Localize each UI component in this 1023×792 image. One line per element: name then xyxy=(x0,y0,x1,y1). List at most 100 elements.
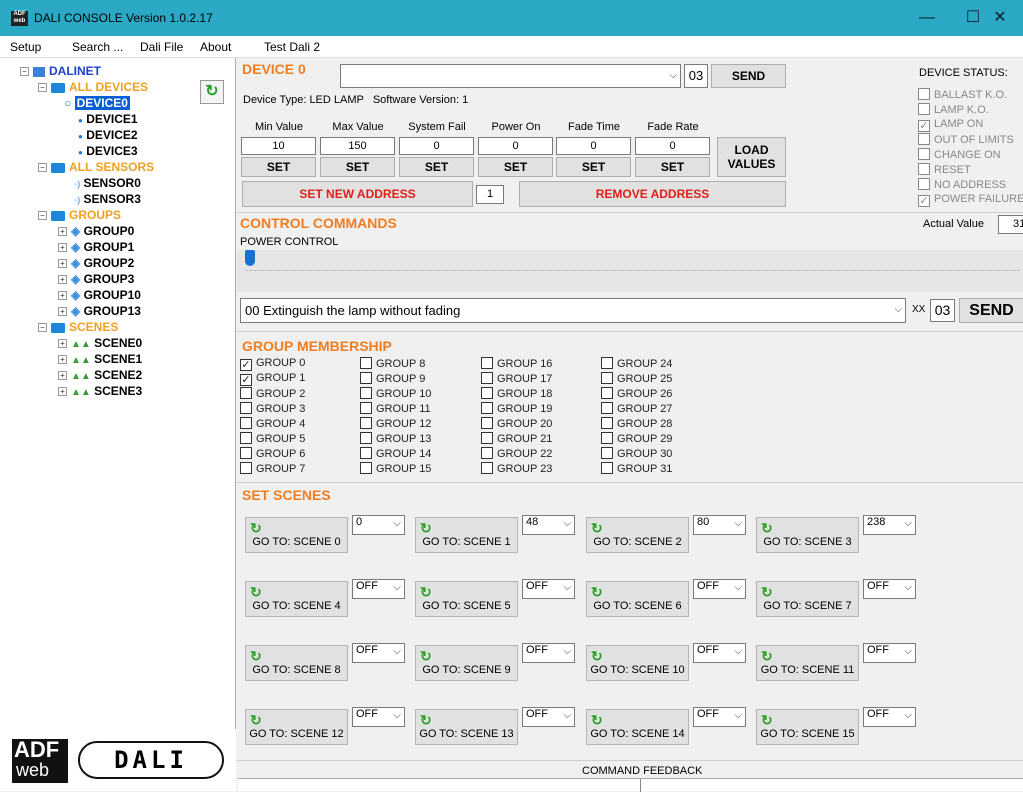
command-address-field[interactable]: 03 xyxy=(930,299,955,322)
checkbox-box[interactable] xyxy=(601,462,613,474)
power-slider-track[interactable] xyxy=(245,270,1020,271)
tree-sensor[interactable]: ◦) SENSOR3 xyxy=(74,192,141,206)
scene-level-select[interactable]: OFF ⌵ xyxy=(522,707,575,727)
menu-test-dali-2[interactable]: Test Dali 2 xyxy=(264,40,320,54)
scene-level-select[interactable]: OFF ⌵ xyxy=(352,579,405,599)
scene-level-select[interactable]: OFF ⌵ xyxy=(522,579,575,599)
checkbox-box[interactable] xyxy=(481,417,493,429)
remove-address-button[interactable]: REMOVE ADDRESS xyxy=(519,181,786,207)
group-checkbox[interactable]: GROUP 19 xyxy=(481,402,552,415)
group-checkbox[interactable]: GROUP 5 xyxy=(240,432,305,445)
scene-level-select[interactable]: 238 ⌵ xyxy=(863,515,916,535)
tree-all-devices[interactable]: − ALL DEVICES xyxy=(38,80,148,94)
go-to-scene-button[interactable]: ↻ GO TO: SCENE 9 xyxy=(415,645,518,681)
go-to-scene-button[interactable]: ↻ GO TO: SCENE 10 xyxy=(586,645,689,681)
group-checkbox[interactable]: GROUP 15 xyxy=(360,462,431,475)
checkbox-box[interactable] xyxy=(481,357,493,369)
menu-about[interactable]: About xyxy=(200,40,231,54)
scene-level-select[interactable]: OFF ⌵ xyxy=(693,643,746,663)
checkbox-box[interactable] xyxy=(240,387,252,399)
group-checkbox[interactable]: GROUP 18 xyxy=(481,387,552,400)
tree-root[interactable]: − DALINET xyxy=(20,64,101,78)
go-to-scene-button[interactable]: ↻ GO TO: SCENE 8 xyxy=(245,645,348,681)
expand-icon[interactable]: + xyxy=(58,339,67,349)
expand-icon[interactable]: + xyxy=(58,259,67,269)
group-checkbox[interactable]: GROUP 10 xyxy=(360,387,431,400)
scene-level-select[interactable]: OFF ⌵ xyxy=(863,579,916,599)
param-value-field[interactable]: 0 xyxy=(556,137,631,155)
checkbox-box[interactable] xyxy=(481,432,493,444)
scene-level-select[interactable]: OFF ⌵ xyxy=(863,707,916,727)
menu-search[interactable]: Search ... xyxy=(72,40,123,54)
group-checkbox[interactable]: GROUP 2 xyxy=(240,387,305,400)
group-checkbox[interactable]: GROUP 7 xyxy=(240,462,305,475)
power-slider-thumb[interactable] xyxy=(245,250,255,266)
checkbox-box[interactable] xyxy=(360,402,372,414)
collapse-icon[interactable]: − xyxy=(38,323,47,333)
go-to-scene-button[interactable]: ↻ GO TO: SCENE 4 xyxy=(245,581,348,617)
tree-scene[interactable]: + ▲▲ SCENE3 xyxy=(58,384,142,398)
tree-group[interactable]: + ◈ GROUP13 xyxy=(58,304,141,318)
scene-level-select[interactable]: 0 ⌵ xyxy=(352,515,405,535)
scene-level-select[interactable]: OFF ⌵ xyxy=(522,643,575,663)
checkbox-box[interactable] xyxy=(601,417,613,429)
param-value-field[interactable]: 0 xyxy=(399,137,474,155)
group-checkbox[interactable]: GROUP 29 xyxy=(601,432,672,445)
minimize-button[interactable]: — xyxy=(904,0,950,36)
group-checkbox[interactable]: GROUP 30 xyxy=(601,447,672,460)
checkbox-box[interactable] xyxy=(360,387,372,399)
group-checkbox[interactable]: GROUP 9 xyxy=(360,372,425,385)
scene-level-select[interactable]: 80 ⌵ xyxy=(693,515,746,535)
refresh-tree-button[interactable]: ↻ xyxy=(200,80,224,104)
command-select[interactable]: 00 Extinguish the lamp without fading ⌵ xyxy=(240,298,906,323)
collapse-icon[interactable]: − xyxy=(38,163,47,173)
tree-group[interactable]: + ◈ GROUP0 xyxy=(58,224,134,238)
group-checkbox[interactable]: GROUP 23 xyxy=(481,462,552,475)
group-checkbox[interactable]: GROUP 25 xyxy=(601,372,672,385)
go-to-scene-button[interactable]: ↻ GO TO: SCENE 1 xyxy=(415,517,518,553)
checkbox-box[interactable] xyxy=(360,372,372,384)
group-checkbox[interactable]: GROUP 16 xyxy=(481,357,552,370)
group-checkbox[interactable]: GROUP 17 xyxy=(481,372,552,385)
scene-level-select[interactable]: 48 ⌵ xyxy=(522,515,575,535)
device-send-button[interactable]: SEND xyxy=(711,64,786,88)
collapse-icon[interactable]: − xyxy=(20,67,29,77)
checkbox-box[interactable]: ✓ xyxy=(240,359,252,371)
go-to-scene-button[interactable]: ↻ GO TO: SCENE 13 xyxy=(415,709,518,745)
set-new-address-button[interactable]: SET NEW ADDRESS xyxy=(242,181,473,207)
checkbox-box[interactable] xyxy=(360,357,372,369)
checkbox-box[interactable] xyxy=(481,462,493,474)
go-to-scene-button[interactable]: ↻ GO TO: SCENE 15 xyxy=(756,709,859,745)
group-checkbox[interactable]: GROUP 22 xyxy=(481,447,552,460)
go-to-scene-button[interactable]: ↻ GO TO: SCENE 0 xyxy=(245,517,348,553)
expand-icon[interactable]: + xyxy=(58,387,67,397)
tree-device[interactable]: ● DEVICE3 xyxy=(78,144,138,158)
expand-icon[interactable]: + xyxy=(58,291,67,301)
expand-icon[interactable]: + xyxy=(58,243,67,253)
group-checkbox[interactable]: GROUP 28 xyxy=(601,417,672,430)
scene-level-select[interactable]: OFF ⌵ xyxy=(693,579,746,599)
checkbox-box[interactable] xyxy=(601,387,613,399)
param-value-field[interactable]: 150 xyxy=(320,137,395,155)
checkbox-box[interactable] xyxy=(481,402,493,414)
tree-sensor[interactable]: ◦) SENSOR0 xyxy=(74,176,141,190)
go-to-scene-button[interactable]: ↻ GO TO: SCENE 11 xyxy=(756,645,859,681)
command-send-button[interactable]: SEND xyxy=(959,298,1023,323)
scene-level-select[interactable]: OFF ⌵ xyxy=(863,643,916,663)
go-to-scene-button[interactable]: ↻ GO TO: SCENE 2 xyxy=(586,517,689,553)
checkbox-box[interactable] xyxy=(360,447,372,459)
checkbox-box[interactable] xyxy=(240,417,252,429)
load-values-button[interactable]: LOAD VALUES xyxy=(717,137,786,177)
checkbox-box[interactable] xyxy=(240,402,252,414)
param-set-button[interactable]: SET xyxy=(399,157,474,177)
group-checkbox[interactable]: GROUP 14 xyxy=(360,447,431,460)
menu-setup[interactable]: Setup xyxy=(10,40,41,54)
tree-scenes[interactable]: − SCENES xyxy=(38,320,118,334)
checkbox-box[interactable] xyxy=(240,447,252,459)
group-checkbox[interactable]: GROUP 24 xyxy=(601,357,672,370)
expand-icon[interactable]: + xyxy=(58,371,67,381)
checkbox-box[interactable] xyxy=(601,432,613,444)
group-checkbox[interactable]: GROUP 31 xyxy=(601,462,672,475)
go-to-scene-button[interactable]: ↻ GO TO: SCENE 6 xyxy=(586,581,689,617)
tree-group[interactable]: + ◈ GROUP3 xyxy=(58,272,134,286)
